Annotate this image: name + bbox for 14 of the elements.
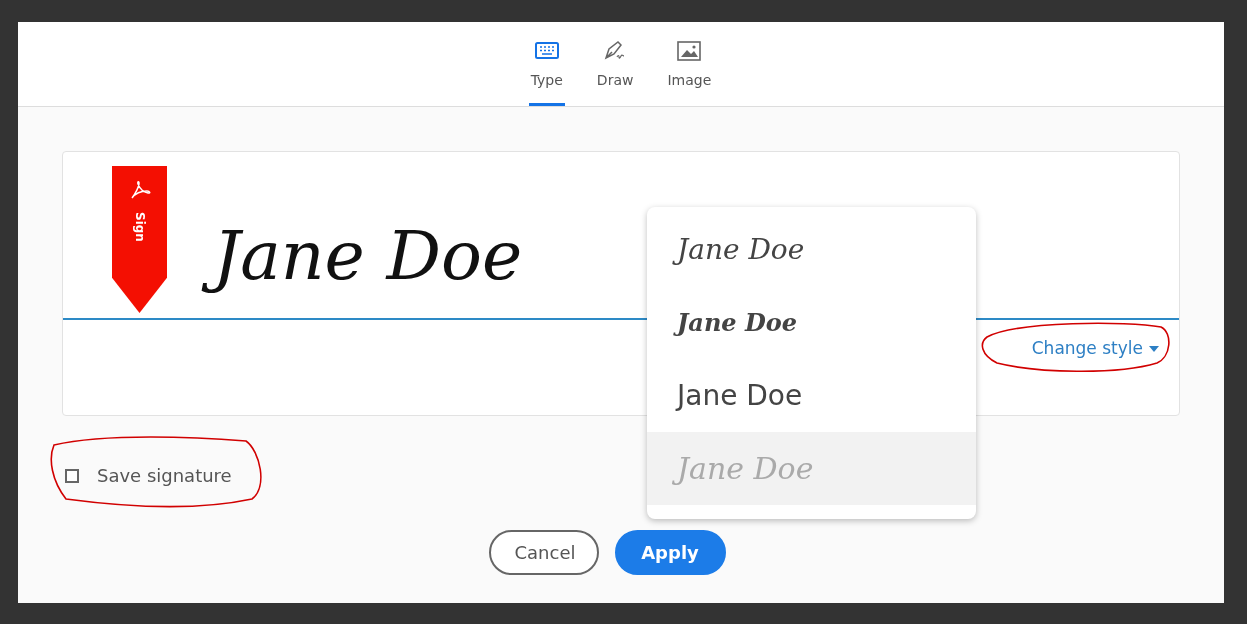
style-option[interactable]: Jane Doe	[647, 213, 976, 286]
style-option[interactable]: Jane Doe	[647, 286, 976, 359]
caret-icon	[1149, 345, 1159, 352]
cancel-button[interactable]: Cancel	[488, 530, 599, 575]
tab[interactable]: Type	[528, 38, 565, 106]
style-option[interactable]: Jane Doe	[647, 359, 976, 432]
signature-text: Jane Doe	[203, 210, 539, 306]
checkbox-label: Save signature	[97, 464, 232, 488]
checkbox[interactable]	[65, 468, 79, 483]
apply-button[interactable]: Apply	[614, 530, 726, 575]
ribbon-label: Sign	[131, 212, 148, 242]
tab[interactable]: Draw	[594, 38, 636, 106]
tab[interactable]: Image	[665, 38, 714, 106]
image-icon	[676, 38, 703, 64]
